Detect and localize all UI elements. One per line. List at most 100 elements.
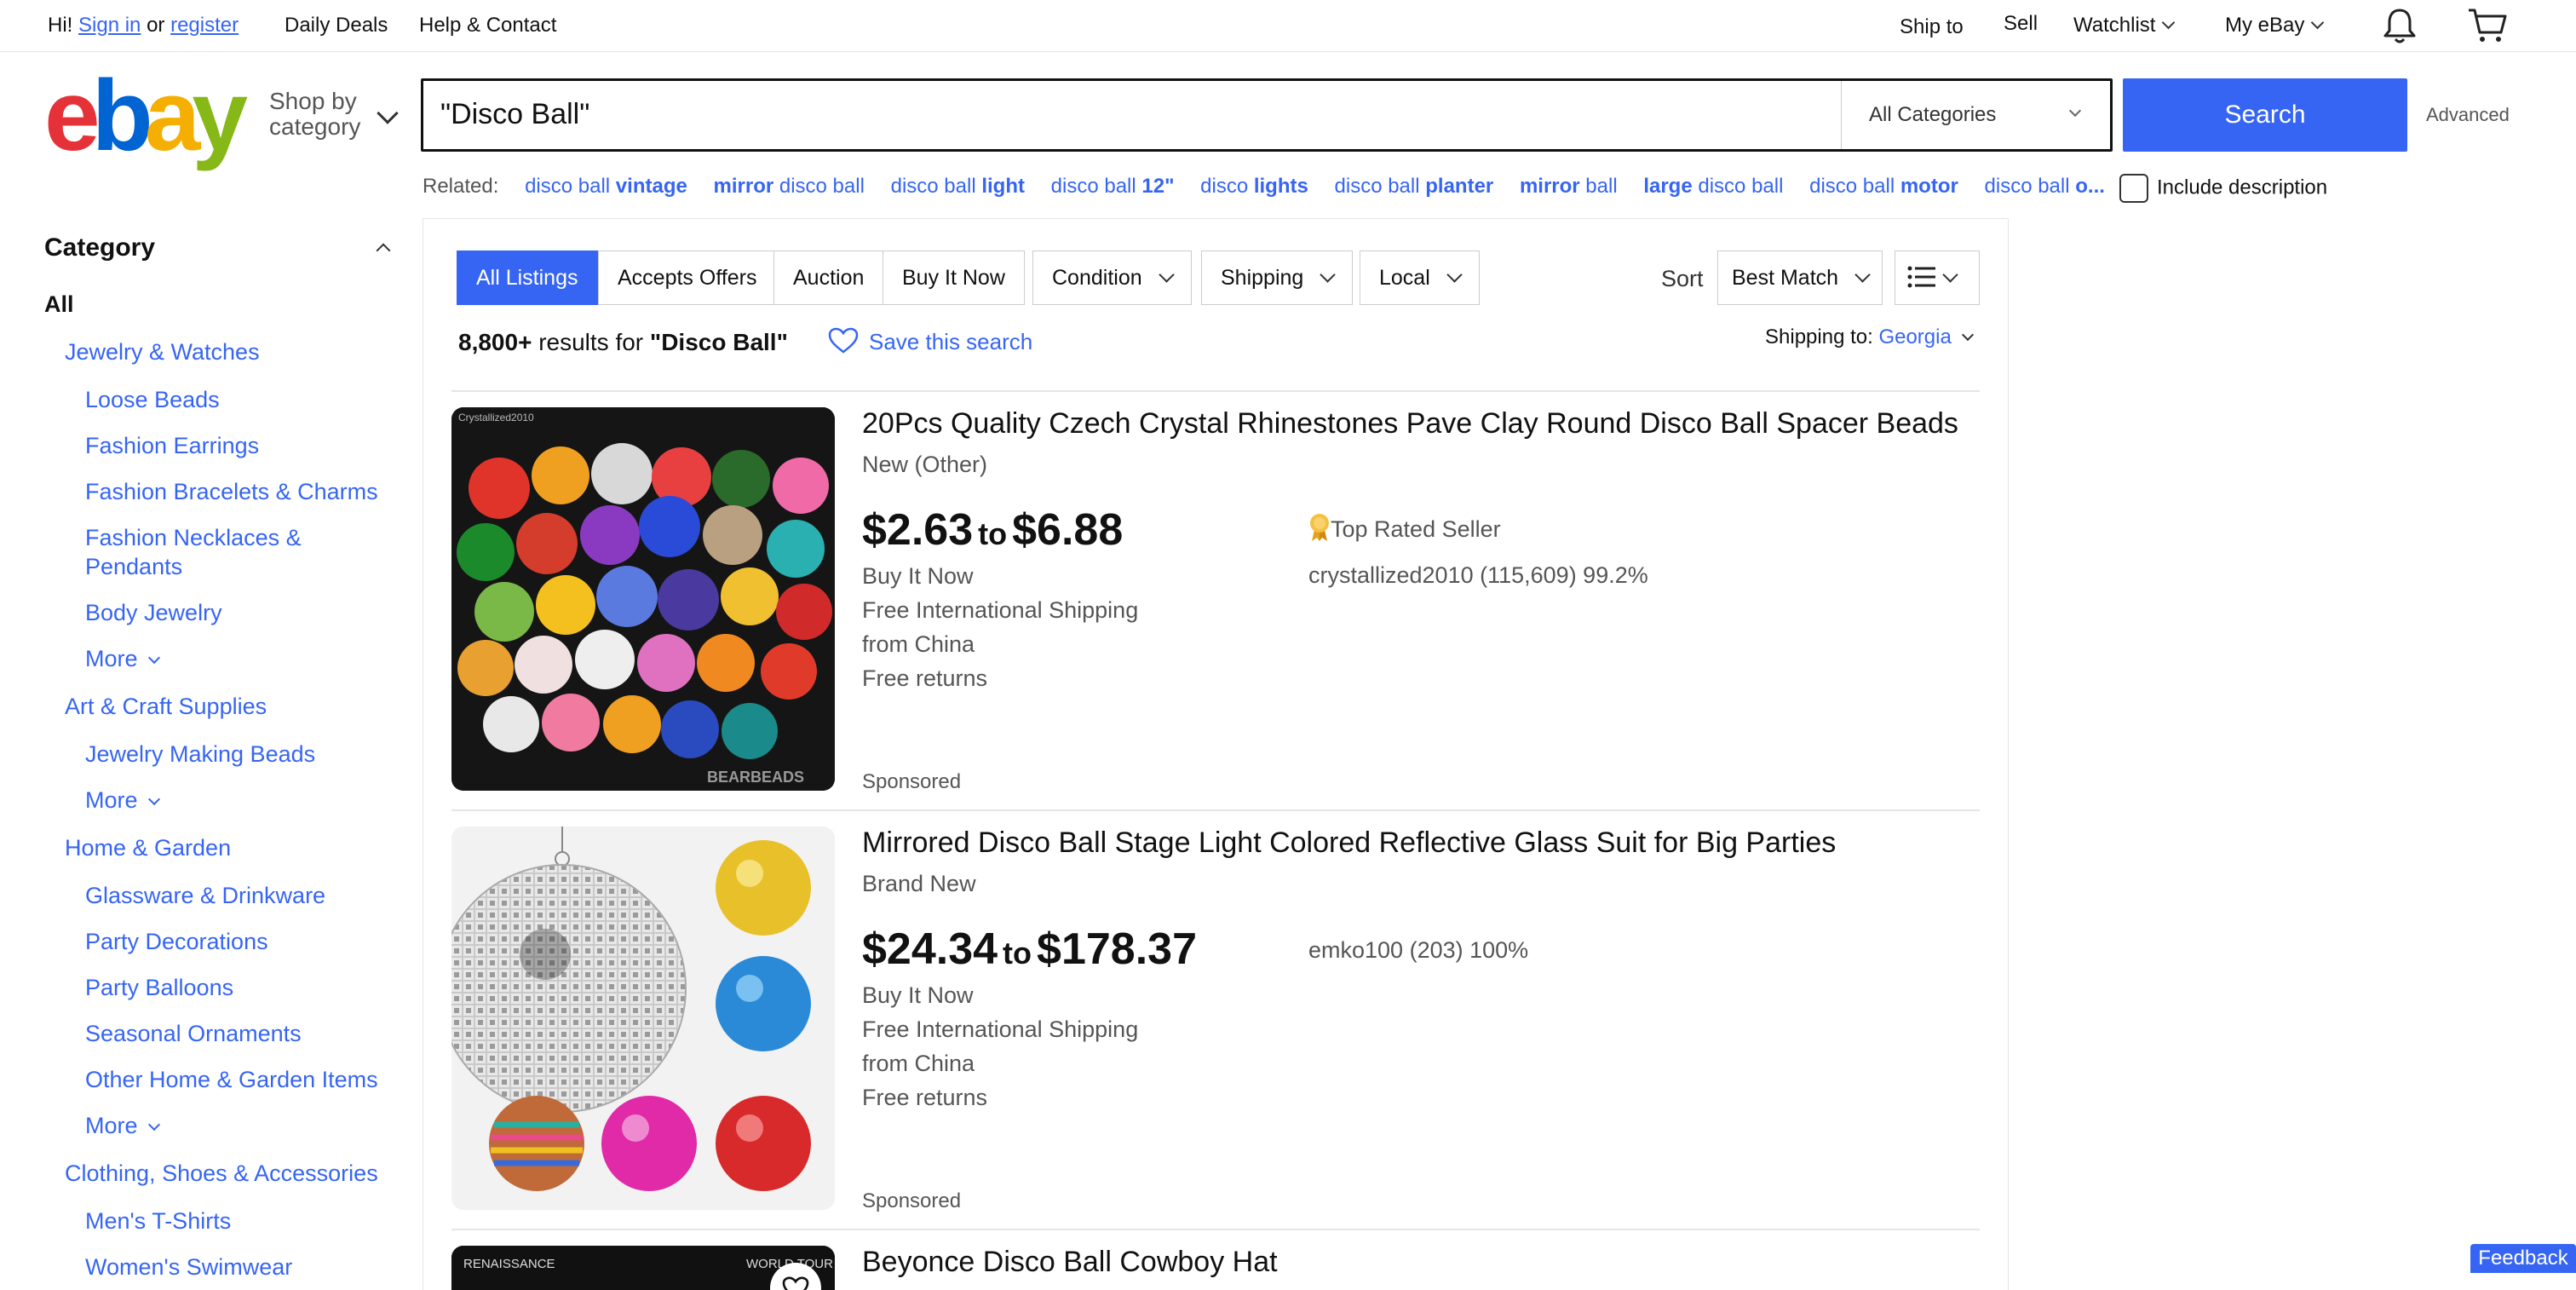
shipping-to-label: Shipping to: (1765, 325, 1873, 348)
sidebar-item-jewelry-watches[interactable]: Jewelry & Watches (65, 337, 260, 366)
related-link[interactable]: disco ball motor (1809, 175, 1958, 198)
logo-letter-e: e (44, 60, 101, 172)
listing-title[interactable]: Beyonce Disco Ball Cowboy Hat (862, 1246, 1278, 1279)
sort-select[interactable]: Best Match (1717, 251, 1883, 305)
watchlist-button[interactable]: Watchlist (2073, 14, 2176, 37)
filter-buy-it-now[interactable]: Buy It Now (883, 251, 1025, 305)
listing-image[interactable] (451, 826, 835, 1210)
watermark-text: Crystallized2010 (458, 412, 534, 423)
feedback-button[interactable]: Feedback (2470, 1244, 2576, 1273)
ship-to-button[interactable]: Ship to (1900, 15, 1964, 39)
filter-label: Condition (1052, 266, 1142, 290)
related-text: disco ball (525, 175, 616, 198)
listing-image[interactable]: Crystallized2010 BEARBEADS (451, 407, 835, 791)
shipping-to-selector[interactable]: Shipping to: Georgia (1765, 325, 1974, 349)
ebay-logo[interactable]: ebay (44, 66, 248, 166)
chevron-down-icon[interactable] (377, 102, 399, 124)
sell-link[interactable]: Sell (2004, 12, 2038, 36)
sidebar-more-button[interactable]: More (85, 644, 160, 673)
daily-deals-link[interactable]: Daily Deals (285, 14, 388, 37)
listing-image[interactable]: RENAISSANCE WORLD TOUR (451, 1246, 835, 1290)
chevron-down-icon (1158, 267, 1175, 283)
sidebar-item-fashion-necklaces[interactable]: Fashion Necklaces & Pendants (85, 523, 302, 581)
filter-local[interactable]: Local (1360, 251, 1480, 305)
filter-condition[interactable]: Condition (1032, 251, 1192, 305)
filter-accepts-offers[interactable]: Accepts Offers (598, 251, 777, 305)
related-link[interactable]: disco ball o... (1985, 175, 2105, 198)
price-low: $24.34 (862, 924, 998, 974)
related-link[interactable]: disco ball light (891, 175, 1025, 198)
search-button[interactable]: Search (2123, 78, 2407, 152)
chevron-down-icon (147, 1118, 160, 1132)
sidebar-item-fashion-bracelets[interactable]: Fashion Bracelets & Charms (85, 477, 378, 506)
sidebar-item-jewelry-making-beads[interactable]: Jewelry Making Beads (85, 740, 315, 769)
shop-by-category-button[interactable]: Shop by category (269, 89, 360, 140)
divider (451, 1229, 1980, 1230)
image-caption: RENAISSANCE (463, 1257, 555, 1271)
sidebar-item-all[interactable]: All (44, 290, 74, 319)
notification-bell-icon[interactable] (2382, 7, 2418, 44)
chevron-up-icon[interactable] (376, 243, 391, 258)
related-link[interactable]: large disco ball (1643, 175, 1783, 198)
sidebar-item-body-jewelry[interactable]: Body Jewelry (85, 598, 222, 627)
sidebar-item-seasonal-ornaments[interactable]: Seasonal Ornaments (85, 1019, 302, 1048)
include-description-label: Include description (2157, 176, 2328, 199)
filter-auction[interactable]: Auction (773, 251, 884, 305)
listing-condition: New (Other) (862, 452, 988, 477)
checkbox-icon[interactable] (2119, 174, 2148, 203)
cart-icon[interactable] (2467, 7, 2508, 44)
shop-by-line1: Shop by (269, 88, 357, 114)
sign-in-link[interactable]: Sign in (78, 14, 141, 37)
listing-attributes: Buy It Now Free International Shipping f… (862, 559, 1138, 695)
sidebar-item-womens-swimwear[interactable]: Women's Swimwear (85, 1253, 292, 1281)
seller-info: crystallized2010 (115,609) 99.2% (1308, 562, 1648, 588)
sidebar-item-clothing[interactable]: Clothing, Shoes & Accessories (65, 1159, 378, 1188)
sidebar-item-mens-tshirts[interactable]: Men's T-Shirts (85, 1206, 231, 1235)
sidebar-item-fashion-earrings[interactable]: Fashion Earrings (85, 431, 259, 460)
view-toggle-button[interactable] (1895, 251, 1980, 305)
seller-info: emko100 (203) 100% (1308, 937, 1529, 963)
related-link[interactable]: mirror disco ball (714, 175, 865, 198)
listing-title[interactable]: 20Pcs Quality Czech Crystal Rhinestones … (862, 407, 1958, 441)
listing-title[interactable]: Mirrored Disco Ball Stage Light Colored … (862, 826, 1836, 860)
related-link[interactable]: disco ball planter (1335, 175, 1494, 198)
top-rated-label: Top Rated Seller (1331, 516, 1501, 543)
sidebar-item-party-decorations[interactable]: Party Decorations (85, 927, 268, 956)
related-link[interactable]: disco ball 12" (1051, 175, 1175, 198)
sidebar-more-button[interactable]: More (85, 1111, 160, 1140)
listing-price: $24.34 to $178.37 (862, 924, 1197, 975)
include-description-checkbox[interactable]: Include description (2119, 174, 2327, 203)
filter-all-listings[interactable]: All Listings (457, 251, 598, 305)
sidebar-item-home-garden[interactable]: Home & Garden (65, 833, 231, 862)
sidebar-item-art-craft[interactable]: Art & Craft Supplies (65, 692, 267, 721)
related-link[interactable]: disco ball vintage (525, 175, 687, 198)
divider (451, 390, 1980, 392)
register-link[interactable]: register (170, 14, 239, 37)
help-contact-link[interactable]: Help & Contact (419, 14, 556, 37)
results-query: "Disco Ball" (649, 329, 788, 355)
my-ebay-button[interactable]: My eBay (2225, 14, 2325, 37)
search-input[interactable]: "Disco Ball" (440, 98, 589, 131)
filter-shipping[interactable]: Shipping (1201, 251, 1354, 305)
related-bold: 12" (1141, 175, 1175, 198)
sidebar-more-button[interactable]: More (85, 786, 160, 815)
more-label: More (85, 646, 138, 671)
advanced-search-link[interactable]: Advanced (2426, 104, 2510, 126)
sidebar-item-glassware[interactable]: Glassware & Drinkware (85, 881, 325, 910)
logo-letter-a: a (144, 60, 201, 172)
related-link[interactable]: mirror ball (1520, 175, 1618, 198)
related-text: disco ball (1692, 175, 1784, 198)
listing-returns: Free returns (862, 665, 988, 691)
sidebar-item-loose-beads[interactable]: Loose Beads (85, 385, 220, 414)
related-link[interactable]: disco lights (1200, 175, 1308, 198)
listing-origin: from China (862, 1051, 975, 1076)
more-label: More (85, 787, 138, 813)
category-select[interactable]: All Categories (1841, 81, 2110, 149)
listing-returns: Free returns (862, 1085, 988, 1110)
save-search-button[interactable]: Save this search (828, 327, 1032, 357)
sidebar-item-party-balloons[interactable]: Party Balloons (85, 973, 233, 1002)
disco-balls-image (451, 826, 835, 1210)
results-count-text: results for (538, 329, 644, 355)
related-bold: light (981, 175, 1025, 198)
sidebar-item-other-home-garden[interactable]: Other Home & Garden Items (85, 1065, 378, 1094)
